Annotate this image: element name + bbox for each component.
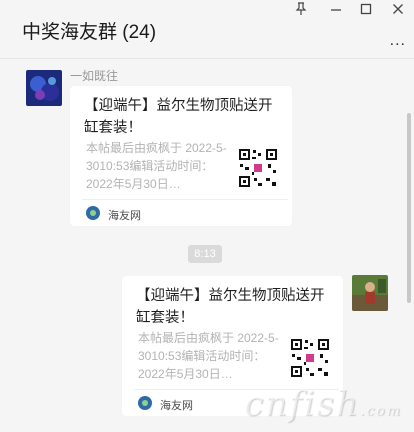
card-divider — [82, 199, 288, 200]
card-title: 【迎端午】益尔生物顶贴送开缸套装！ — [136, 288, 325, 326]
avatar[interactable] — [26, 70, 62, 106]
card-source: 海友网 — [160, 400, 193, 412]
scrollbar[interactable] — [404, 58, 414, 432]
card-description: 本帖最后由疯枫于 2022-5-3010:53编辑活动时间：2022年5月30日… — [86, 141, 227, 191]
qr-code-image — [238, 148, 278, 188]
minimize-icon[interactable] — [327, 2, 345, 20]
link-card[interactable]: 【迎端午】益尔生物顶贴送开缸套装！ 本帖最后由疯枫于 2022-5-3010:5… — [70, 86, 292, 226]
chat-title: 中奖海友群 (24) — [22, 22, 157, 43]
site-watermark: cnfish.com — [244, 384, 402, 424]
card-description: 本帖最后由疯枫于 2022-5-3010:53编辑活动时间：2022年5月30日… — [138, 331, 279, 381]
pin-icon[interactable] — [292, 2, 310, 20]
qr-code-image — [290, 338, 330, 378]
maximize-icon[interactable] — [357, 2, 375, 20]
self-avatar[interactable] — [352, 275, 388, 311]
source-logo-icon — [86, 206, 100, 220]
card-source: 海友网 — [108, 210, 141, 222]
card-title: 【迎端午】益尔生物顶贴送开缸套装！ — [84, 98, 273, 136]
close-icon[interactable] — [389, 2, 407, 20]
timestamp-badge: 8:13 — [188, 245, 222, 263]
chat-header: 中奖海友群 (24) ... — [0, 0, 414, 59]
source-logo-icon — [138, 396, 152, 410]
sender-name: 一如既往 — [70, 69, 119, 83]
scrollbar-thumb[interactable] — [407, 113, 411, 303]
more-options-button[interactable]: ... — [390, 32, 406, 50]
